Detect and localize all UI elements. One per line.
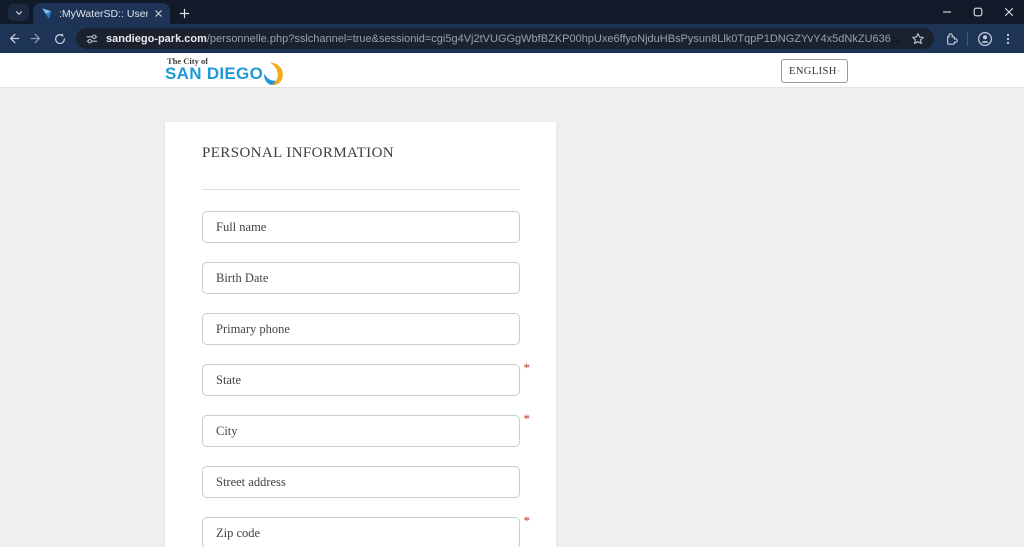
reload-button[interactable] xyxy=(48,27,71,50)
window-close-icon xyxy=(1004,7,1013,17)
forward-button[interactable] xyxy=(25,27,48,50)
maximize-button[interactable] xyxy=(962,0,993,24)
plus-icon xyxy=(179,8,190,19)
required-marker: * xyxy=(523,411,531,426)
menu-button[interactable] xyxy=(996,27,1019,50)
window-close-button[interactable] xyxy=(993,0,1024,24)
chevron-down-icon xyxy=(837,70,840,72)
url-domain: sandiego-park.com xyxy=(106,32,207,45)
tab-strip: :MyWaterSD:: User xyxy=(0,0,1024,24)
extensions-puzzle-icon xyxy=(947,33,958,45)
birth-date-input[interactable] xyxy=(202,262,520,294)
close-icon xyxy=(155,10,162,17)
tab-title: :MyWaterSD:: User xyxy=(59,7,148,20)
profile-icon xyxy=(977,31,992,46)
reload-icon xyxy=(54,32,65,44)
san-diego-logo: The City of SAN DIEGO xyxy=(165,56,285,86)
site-settings-icon xyxy=(86,34,98,43)
zip-code-input[interactable] xyxy=(202,517,520,547)
extensions-button[interactable] xyxy=(939,27,962,50)
profile-button[interactable] xyxy=(973,27,996,50)
street-address-input[interactable] xyxy=(202,466,520,498)
language-label: ENGLISH xyxy=(789,65,837,77)
url-bar[interactable]: sandiego-park.com/personnelle.php?sslcha… xyxy=(76,28,934,49)
tab-search-button[interactable] xyxy=(8,4,29,21)
primary-phone-input[interactable] xyxy=(202,313,520,345)
page-content: The City of SAN DIEGO ENGLISH PERSONAL I… xyxy=(0,53,1024,547)
back-arrow-icon xyxy=(10,33,20,44)
field-city: * xyxy=(202,412,530,447)
three-dot-menu-icon xyxy=(1006,33,1009,44)
field-street-address xyxy=(202,466,520,498)
field-state: * xyxy=(202,361,530,396)
field-primary-phone xyxy=(202,313,520,345)
favicon-icon xyxy=(42,8,52,19)
minimize-button[interactable] xyxy=(931,0,962,24)
tab-mywatersd[interactable]: :MyWaterSD:: User xyxy=(33,3,170,24)
new-tab-button[interactable] xyxy=(179,8,190,19)
maximize-icon xyxy=(973,7,982,17)
toolbar-separator xyxy=(967,31,968,46)
bookmark-star-icon[interactable] xyxy=(911,32,925,46)
minimize-icon xyxy=(942,11,951,13)
browser-toolbar: sandiego-park.com/personnelle.php?sslcha… xyxy=(0,24,1024,53)
language-selector[interactable]: ENGLISH xyxy=(781,59,848,83)
back-button[interactable] xyxy=(2,27,25,50)
forward-arrow-icon xyxy=(30,33,40,44)
required-marker: * xyxy=(523,513,531,528)
url-path: /personnelle.php?sslchannel=true&session… xyxy=(206,32,904,45)
field-full-name xyxy=(202,211,520,243)
logo-name: SAN DIEGO xyxy=(165,64,264,83)
field-birth-date xyxy=(202,262,520,294)
tab-close-button[interactable] xyxy=(154,9,163,18)
personal-information-card: PERSONAL INFORMATION * * xyxy=(165,122,556,547)
form-title: PERSONAL INFORMATION xyxy=(202,145,395,161)
field-zip-code: * xyxy=(202,514,530,547)
toolbar-right-cluster xyxy=(939,27,1019,50)
full-name-input[interactable] xyxy=(202,211,520,243)
window-controls xyxy=(931,0,1024,24)
chevron-down-icon xyxy=(15,10,22,15)
required-marker: * xyxy=(523,360,531,375)
state-input[interactable] xyxy=(202,364,520,396)
title-divider xyxy=(202,189,520,190)
city-input[interactable] xyxy=(202,415,520,447)
logo-swoosh-icon xyxy=(264,62,283,86)
site-header: The City of SAN DIEGO ENGLISH xyxy=(0,53,1024,88)
browser-window: :MyWaterSD:: User sandiego-park.com/pers… xyxy=(0,0,1024,547)
url-text[interactable]: sandiego-park.com/personnelle.php?sslcha… xyxy=(106,33,904,45)
